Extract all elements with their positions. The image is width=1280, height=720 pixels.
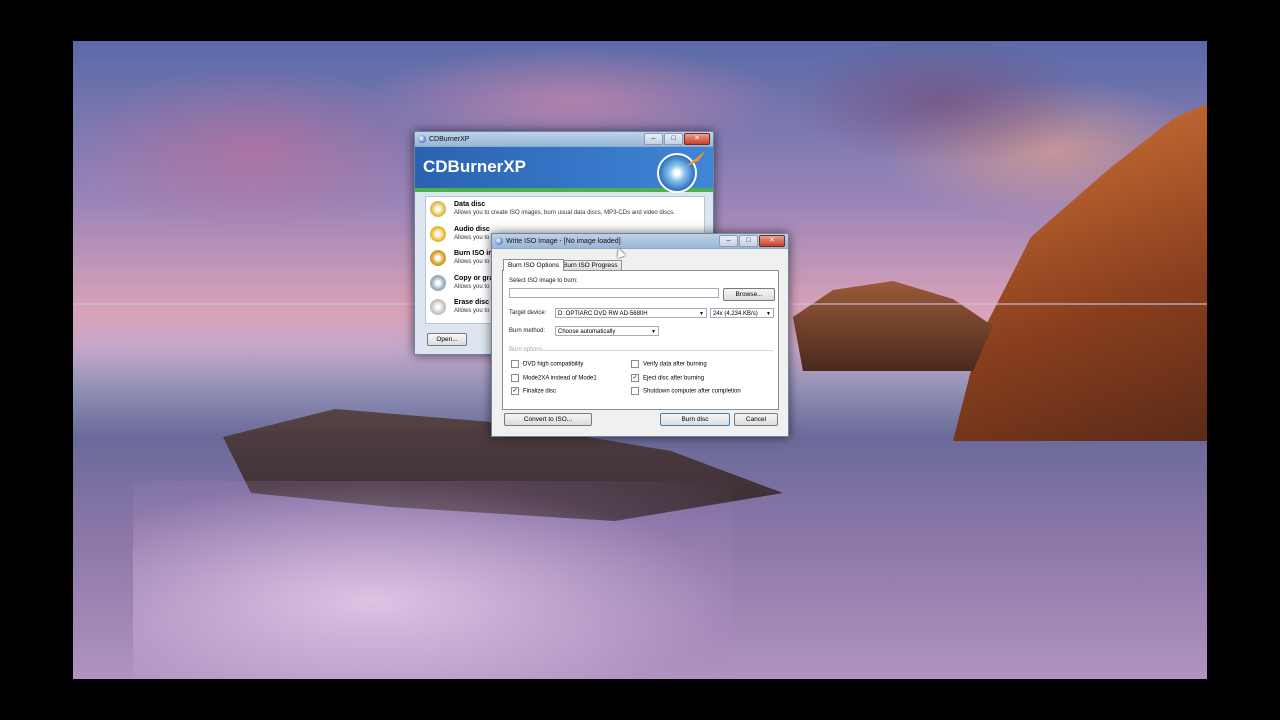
data-disc-icon <box>430 201 446 217</box>
app-icon <box>418 135 426 143</box>
dialog-title: Write ISO Image - [No image loaded] <box>506 237 621 245</box>
burn-disc-button[interactable]: Burn disc <box>660 413 730 426</box>
option-label: Mode2XA instead of Mode1 <box>523 375 597 382</box>
tab-burn-iso-options[interactable]: Burn ISO Options <box>503 259 564 271</box>
copy-disc-icon <box>430 274 446 291</box>
menu-item-name: Erase disc <box>454 299 490 306</box>
burn-method-value: Choose automatically <box>558 329 616 335</box>
option-checkbox[interactable]: Verify data after burning <box>631 360 741 374</box>
target-device-label: Target device: <box>509 310 547 316</box>
dialog-maximize-button[interactable]: □ <box>739 235 758 247</box>
dialog-titlebar[interactable]: Write ISO Image - [No image loaded] – □ … <box>492 234 788 249</box>
checkbox-unchecked-icon <box>511 360 519 368</box>
disc-logo-icon <box>657 153 697 193</box>
wave-foam <box>133 481 733 679</box>
maximize-button[interactable]: □ <box>664 133 683 145</box>
target-device-value: D: OPTIARC DVD RW AD-5680H <box>558 311 648 317</box>
iso-path-input[interactable] <box>509 288 719 298</box>
burn-options-label: Burn options <box>509 347 543 353</box>
convert-to-iso-button[interactable]: Convert to ISO... <box>504 413 592 426</box>
menu-item-name: Data disc <box>454 201 486 208</box>
menu-item-desc: Allows you to <box>454 234 490 241</box>
burn-method-select[interactable]: Choose automatically ▼ <box>555 326 659 336</box>
checkbox-unchecked-icon <box>631 360 639 368</box>
checkbox-unchecked-icon <box>631 387 639 395</box>
option-label: Shutdown computer after completion <box>643 388 741 395</box>
option-checkbox[interactable]: Shutdown computer after completion <box>631 387 741 401</box>
speed-select[interactable]: 24x (4,234 KB/s) ▼ <box>710 308 774 318</box>
menu-item[interactable]: Data disc Allows you to create ISO images… <box>426 197 704 222</box>
option-checkbox[interactable]: DVD high compatibility <box>511 360 597 374</box>
menu-item-desc: Allows you to <box>454 308 490 314</box>
option-checkbox[interactable]: Mode2XA instead of Mode1 <box>511 373 597 388</box>
dialog-minimize-button[interactable]: – <box>719 235 738 247</box>
option-label: Verify data after burning <box>643 361 707 368</box>
menu-item-desc: Allows you to <box>454 259 490 265</box>
write-iso-dialog: Write ISO Image - [No image loaded] – □ … <box>491 233 789 437</box>
target-device-select[interactable]: D: OPTIARC DVD RW AD-5680H ▼ <box>555 308 707 318</box>
dropdown-arrow-icon: ▼ <box>766 311 771 317</box>
options-divider <box>543 350 773 351</box>
banner: CDBurnerXP <box>415 147 713 193</box>
cancel-button[interactable]: Cancel <box>734 413 778 426</box>
dropdown-arrow-icon: ▼ <box>699 311 704 317</box>
dialog-icon <box>495 237 503 245</box>
select-iso-label: Select ISO image to burn: <box>509 278 578 284</box>
dialog-close-button[interactable]: ✕ <box>759 235 785 247</box>
option-checkbox[interactable]: ✓ Eject disc after burning <box>631 373 741 388</box>
rock-shape <box>793 281 993 371</box>
checkbox-checked-icon: ✓ <box>511 387 519 395</box>
browse-button[interactable]: Browse... <box>723 288 775 301</box>
erase-disc-icon <box>430 299 446 315</box>
menu-item-name: Burn ISO in <box>454 250 493 257</box>
main-titlebar[interactable]: CDBurnerXP – □ ✕ <box>415 132 713 147</box>
burn-method-label: Burn method: <box>509 328 546 334</box>
option-label: Eject disc after burning <box>643 375 705 382</box>
option-checkbox[interactable]: ✓ Finalize disc <box>511 387 597 401</box>
minimize-button[interactable]: – <box>644 133 663 145</box>
iso-disc-icon <box>430 250 446 266</box>
cliff-shape <box>953 101 1207 441</box>
option-label: DVD high compatibility <box>523 361 584 368</box>
menu-item-name: Audio disc <box>454 225 490 233</box>
speed-value: 24x (4,234 KB/s) <box>713 311 758 317</box>
tab-panel: Select ISO image to burn: Browse... Targ… <box>502 270 779 410</box>
close-button[interactable]: ✕ <box>684 133 710 145</box>
menu-item-desc: Allows you to create ISO images, burn us… <box>454 210 675 216</box>
main-window-title: CDBurnerXP <box>429 135 470 143</box>
open-button[interactable]: Open... <box>427 333 467 346</box>
dropdown-arrow-icon: ▼ <box>651 329 656 335</box>
menu-item-desc: Allows you to <box>454 283 490 290</box>
menu-item-name: Copy or gra <box>454 274 494 282</box>
banner-title: CDBurnerXP <box>423 157 526 176</box>
audio-disc-icon <box>430 225 446 242</box>
checkbox-checked-icon: ✓ <box>631 373 639 382</box>
option-label: Finalize disc <box>523 388 557 395</box>
checkbox-unchecked-icon <box>511 373 519 382</box>
